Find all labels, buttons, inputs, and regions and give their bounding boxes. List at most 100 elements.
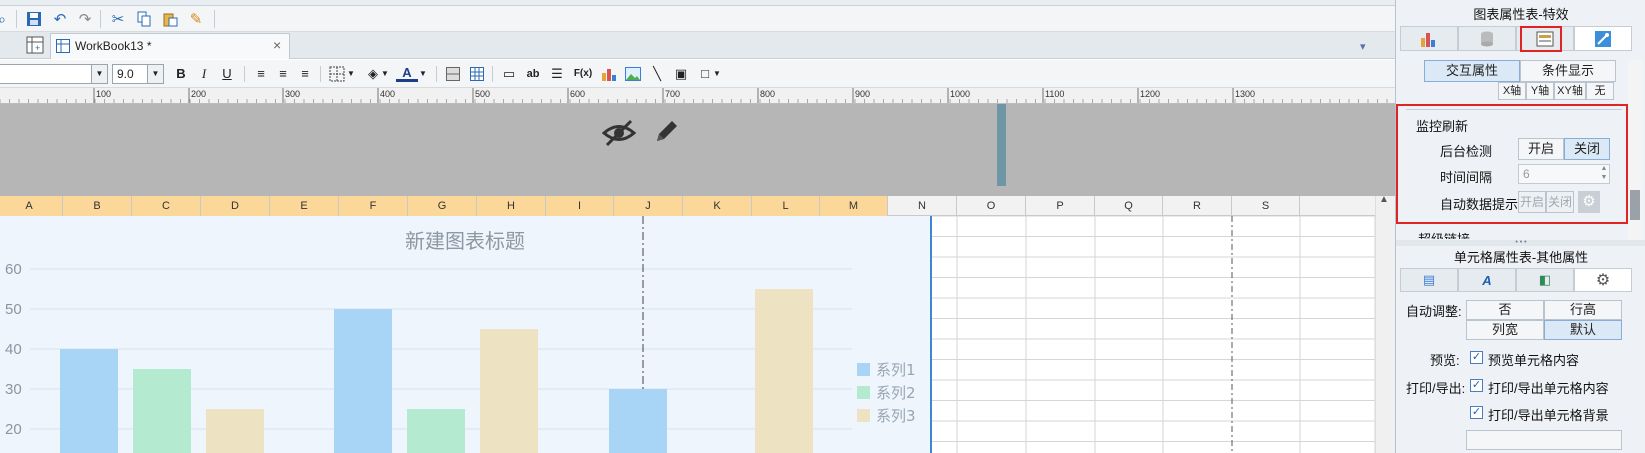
format-brush-icon[interactable]: ✎ (186, 9, 206, 29)
insert-table-icon[interactable] (466, 64, 488, 84)
chevron-down-icon[interactable]: ▼ (418, 64, 428, 84)
tab-border[interactable]: ◧ (1516, 268, 1574, 292)
tab-cell-style[interactable]: ▤ (1400, 268, 1458, 292)
new-sheet-icon[interactable]: + (26, 36, 44, 54)
text-field-icon[interactable]: ▭ (498, 64, 520, 84)
bold-button[interactable]: B (170, 64, 192, 84)
cell-grid[interactable] (932, 216, 1375, 453)
tab-close-icon[interactable]: × (273, 37, 281, 53)
column-header-K[interactable]: K (683, 196, 752, 216)
column-header-B[interactable]: B (63, 196, 132, 216)
tab-menu-icon[interactable]: ▾ (1360, 40, 1366, 53)
copy-icon[interactable] (134, 9, 154, 29)
tab-font[interactable]: A (1458, 268, 1516, 292)
legend-label: 系列1 (876, 361, 916, 379)
column-header-D[interactable]: D (201, 196, 270, 216)
column-header-H[interactable]: H (477, 196, 546, 216)
preview-checkbox[interactable]: ✓ (1470, 351, 1483, 364)
column-header-O[interactable]: O (957, 196, 1026, 216)
print-content-checkbox[interactable]: ✓ (1470, 379, 1483, 392)
search-icon[interactable]: ⌕ (0, 9, 12, 29)
tab-interaction[interactable]: 交互属性 (1424, 60, 1520, 82)
bar-系列2-2[interactable] (407, 409, 465, 453)
panel-scrollbar[interactable] (1628, 60, 1642, 240)
tab-effects[interactable] (1574, 26, 1632, 51)
column-header-C[interactable]: C (132, 196, 201, 216)
tab-chart-type[interactable] (1400, 26, 1458, 51)
axis-none-tab[interactable]: 无 (1586, 82, 1614, 100)
insert-widget-icon[interactable]: ▣ (670, 64, 692, 84)
column-header-S[interactable]: S (1232, 196, 1300, 216)
hide-eye-icon[interactable] (601, 118, 637, 148)
abc-icon[interactable]: ab (522, 64, 544, 84)
tab-other[interactable]: ⚙ (1574, 268, 1632, 292)
insert-chart-icon[interactable] (598, 64, 620, 84)
column-header-Q[interactable]: Q (1095, 196, 1163, 216)
bar-系列3-1[interactable] (206, 409, 264, 453)
column-header-F[interactable]: F (339, 196, 408, 216)
axis-y-tab[interactable]: Y轴 (1526, 82, 1554, 100)
axis-x-tab[interactable]: X轴 (1498, 82, 1526, 100)
chevron-down-icon[interactable]: ▼ (712, 64, 722, 84)
scroll-up-icon[interactable]: ▲ (1379, 194, 1389, 205)
auto-adjust-none[interactable]: 否 (1466, 300, 1544, 320)
bar-系列1-2[interactable] (334, 309, 392, 453)
chevron-down-icon[interactable]: ▼ (346, 64, 356, 84)
bar-系列1-3[interactable] (609, 389, 667, 453)
bg-check-close-button[interactable]: 关闭 (1564, 138, 1610, 160)
auto-tip-close-button[interactable]: 关闭 (1546, 191, 1574, 213)
column-header-E[interactable]: E (270, 196, 339, 216)
column-header-N[interactable]: N (888, 196, 957, 216)
cut-icon[interactable]: ✂ (108, 9, 128, 29)
axis-xy-tab[interactable]: XY轴 (1554, 82, 1586, 100)
text-color-button[interactable]: A (396, 64, 418, 82)
chevron-down-icon[interactable]: ▼ (380, 64, 390, 84)
paste-icon[interactable] (160, 9, 180, 29)
column-header-G[interactable]: G (408, 196, 477, 216)
merge-cells-icon[interactable] (442, 64, 464, 84)
bar-系列2-1[interactable] (133, 369, 191, 453)
bar-系列1-1[interactable] (60, 349, 118, 453)
italic-button[interactable]: I (193, 64, 215, 84)
font-size-select[interactable]: 9.0 ▼ (112, 64, 164, 84)
edit-pencil-icon[interactable] (652, 116, 682, 146)
column-header-P[interactable]: P (1026, 196, 1095, 216)
border-icon[interactable] (326, 64, 348, 84)
print-background-checkbox[interactable]: ✓ (1470, 406, 1483, 419)
save-icon[interactable] (24, 9, 44, 29)
interval-input[interactable]: 6 (1518, 164, 1610, 184)
column-header-M[interactable]: M (820, 196, 888, 216)
bg-check-open-button[interactable]: 开启 (1518, 138, 1564, 160)
paragraph-icon[interactable]: ☰ (546, 64, 568, 84)
tab-condition-display[interactable]: 条件显示 (1520, 60, 1616, 82)
tab-workbook13[interactable]: WorkBook13 * × (50, 33, 290, 59)
column-header-A[interactable]: A (0, 196, 63, 216)
underline-button[interactable]: U (216, 64, 238, 84)
insert-image-icon[interactable] (622, 64, 644, 84)
panel-splitter[interactable]: • • • (1396, 239, 1645, 246)
align-left-icon[interactable]: ≡ (250, 64, 272, 84)
column-header-L[interactable]: L (752, 196, 820, 216)
auto-adjust-col-width[interactable]: 列宽 (1466, 320, 1544, 340)
column-header-I[interactable]: I (546, 196, 614, 216)
column-header-J[interactable]: J (614, 196, 683, 216)
bar-系列3-3[interactable] (755, 289, 813, 453)
undo-icon[interactable]: ↶ (50, 9, 70, 29)
auto-adjust-default[interactable]: 默认 (1544, 320, 1622, 340)
vertical-scrollbar[interactable]: ▲ (1375, 194, 1395, 453)
tab-data[interactable] (1458, 26, 1516, 51)
column-header-R[interactable]: R (1163, 196, 1232, 216)
align-center-icon[interactable]: ≡ (272, 64, 294, 84)
formula-icon[interactable]: F(x) (570, 64, 596, 84)
redo-icon[interactable]: ↷ (75, 9, 95, 29)
chart-cell-area[interactable]: 60 50 40 30 20 新建图表标题 系列1 系列2 系列3 (0, 216, 932, 453)
slash-line-icon[interactable]: ╲ (646, 64, 668, 84)
auto-tip-settings-icon[interactable]: ⚙ (1578, 191, 1600, 213)
font-name-select[interactable]: ▼ (0, 64, 108, 84)
bar-系列3-2[interactable] (480, 329, 538, 453)
auto-adjust-row-height[interactable]: 行高 (1544, 300, 1622, 320)
auto-tip-open-button[interactable]: 开启 (1518, 191, 1546, 213)
align-right-icon[interactable]: ≡ (294, 64, 316, 84)
more-options-field[interactable] (1466, 430, 1622, 450)
interval-spinner[interactable]: ▲ ▼ (1598, 164, 1610, 184)
